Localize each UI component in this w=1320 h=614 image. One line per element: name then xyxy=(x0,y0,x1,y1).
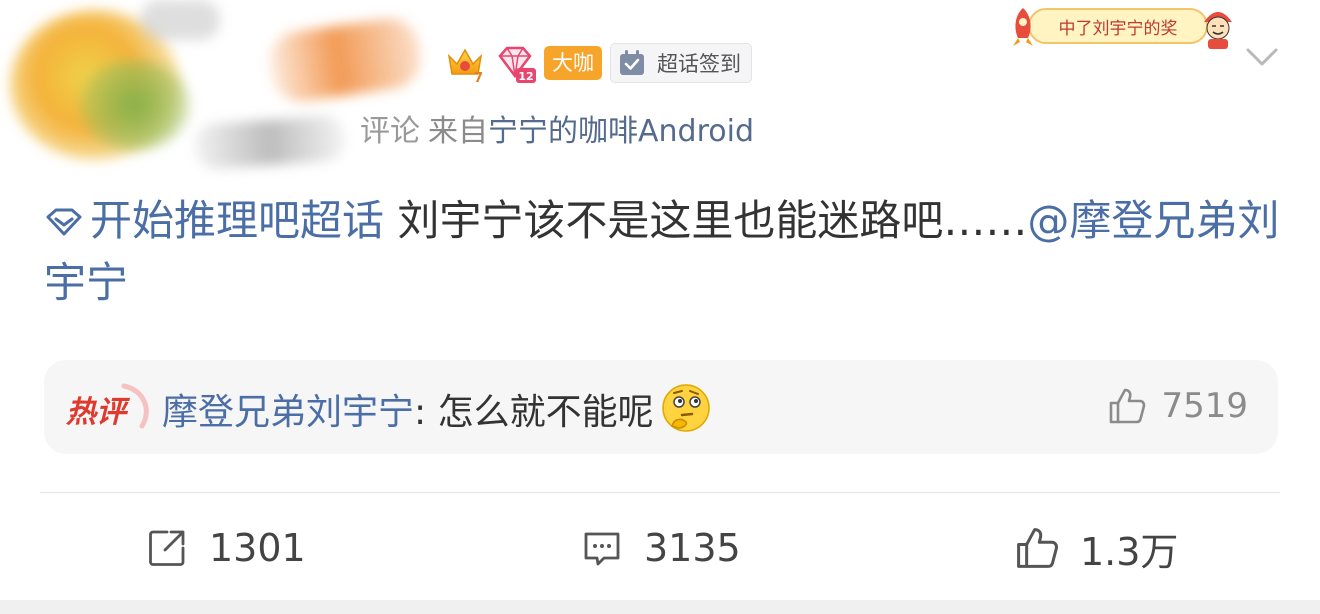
comment-button[interactable]: 3135 xyxy=(580,520,741,576)
meta-source-link[interactable]: 宁宁的咖啡Android xyxy=(488,106,754,150)
meta-comment-fragment: 评论 xyxy=(360,114,420,149)
post-meta: 评论 来自 宁宁的咖啡Android xyxy=(360,106,754,150)
crown-level-icon[interactable]: 7 xyxy=(444,42,486,84)
like-count: 1.3万 xyxy=(1080,529,1179,574)
hot-comment-like-count: 7519 xyxy=(1161,386,1248,426)
meta-source-prefix: 来自 xyxy=(428,114,488,149)
hot-comment-text: 摩登兄弟刘宇宁: 怎么就不能呢 xyxy=(162,382,712,439)
promo-text: 中了刘宇宁的奖 xyxy=(1058,18,1178,39)
thumbs-up-icon xyxy=(1110,388,1146,424)
gem-level-icon[interactable]: 12 xyxy=(494,42,536,84)
supertopic-signin-badge[interactable]: 超话签到 xyxy=(610,43,752,83)
svg-text:7: 7 xyxy=(474,71,483,84)
comment-icon xyxy=(584,532,620,566)
hot-comment-badge: 热评 xyxy=(65,383,149,430)
svg-text:热评: 热评 xyxy=(65,395,131,430)
promo-banner: 中了刘宇宁的奖 xyxy=(1028,8,1208,44)
supertopic-link[interactable]: 开始推理吧超话 xyxy=(90,196,384,245)
signin-label: 超话签到 xyxy=(657,52,741,76)
lucky-face-icon xyxy=(1204,12,1232,49)
daka-badge[interactable]: 大咖 xyxy=(544,46,602,80)
like-button[interactable]: 1.3万 xyxy=(1014,520,1178,576)
calendar-check-icon xyxy=(620,50,644,75)
hot-comment-like-button[interactable]: 7519 xyxy=(1107,386,1248,426)
hot-comment-body: 怎么就不能呢 xyxy=(437,392,654,433)
footer-separator xyxy=(0,600,1320,614)
hot-comment-author[interactable]: 摩登兄弟刘宇宁 xyxy=(162,392,414,433)
svg-text:12: 12 xyxy=(518,70,533,83)
hot-comment[interactable]: 热评 摩登兄弟刘宇宁: 怎么就不能呢 7519 xyxy=(44,360,1278,454)
promo-sticker[interactable]: 中了刘宇宁的奖 xyxy=(1006,2,1236,52)
repost-count: 1301 xyxy=(209,526,306,570)
post-text: 开始推理吧超话 刘宇宁该不是这里也能迷路吧……@摩登兄弟刘宇宁 xyxy=(44,190,1294,314)
chevron-down-icon[interactable] xyxy=(1242,42,1282,72)
rocket-icon xyxy=(1013,8,1033,46)
repost-button[interactable]: 1301 xyxy=(145,520,306,576)
thinking-emoji-icon xyxy=(661,384,710,432)
user-badges: 7 12 大咖 超话签到 xyxy=(444,42,752,84)
divider xyxy=(40,492,1280,493)
hot-comment-separator: : xyxy=(414,392,438,433)
supertopic-diamond-icon xyxy=(46,208,82,236)
repost-icon xyxy=(149,530,185,566)
thumbs-up-icon xyxy=(1017,528,1058,568)
comment-count: 3135 xyxy=(644,526,741,570)
action-bar: 1301 3135 1.3万 xyxy=(0,520,1320,576)
post-body-text: 刘宇宁该不是这里也能迷路吧…… xyxy=(384,196,1028,245)
